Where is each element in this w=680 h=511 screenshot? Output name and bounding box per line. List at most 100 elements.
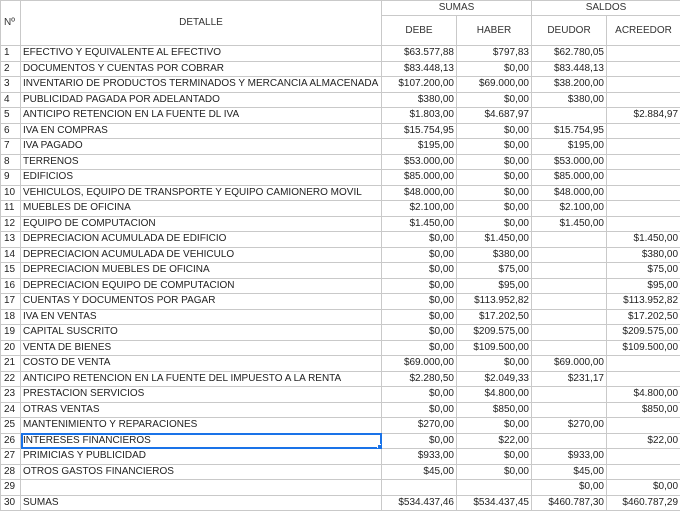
cell-detalle[interactable]: ANTICIPO RETENCION EN LA FUENTE DEL IMPU… — [21, 371, 382, 387]
cell-detalle[interactable]: IVA EN VENTAS — [21, 309, 382, 325]
cell-haber[interactable]: $22,00 — [457, 433, 532, 449]
cell-debe[interactable]: $0,00 — [382, 232, 457, 248]
cell-haber[interactable]: $0,00 — [457, 139, 532, 155]
cell-haber[interactable]: $0,00 — [457, 201, 532, 217]
cell-acreedor[interactable]: $1.450,00 — [607, 232, 680, 248]
cell-debe[interactable]: $69.000,00 — [382, 356, 457, 372]
header-haber[interactable]: HABER — [457, 16, 532, 46]
cell-deudor[interactable] — [532, 402, 607, 418]
cell-acreedor[interactable] — [607, 356, 680, 372]
cell-num[interactable]: 6 — [1, 123, 21, 139]
cell-acreedor[interactable]: $75,00 — [607, 263, 680, 279]
cell-acreedor[interactable]: $17.202,50 — [607, 309, 680, 325]
cell-detalle[interactable]: INVENTARIO DE PRODUCTOS TERMINADOS Y MER… — [21, 77, 382, 93]
header-saldos[interactable]: SALDOS — [532, 1, 680, 16]
cell-debe[interactable]: $534.437,46 — [382, 495, 457, 511]
cell-debe[interactable]: $1.450,00 — [382, 216, 457, 232]
cell-deudor[interactable]: $45,00 — [532, 464, 607, 480]
cell-acreedor[interactable]: $460.787,29 — [607, 495, 680, 511]
cell-debe[interactable]: $195,00 — [382, 139, 457, 155]
cell-num[interactable]: 22 — [1, 371, 21, 387]
cell-haber[interactable] — [457, 480, 532, 496]
cell-detalle[interactable]: VENTA DE BIENES — [21, 340, 382, 356]
cell-deudor[interactable]: $1.450,00 — [532, 216, 607, 232]
cell-haber[interactable]: $0,00 — [457, 92, 532, 108]
cell-detalle[interactable]: DEPRECIACION EQUIPO DE COMPUTACION — [21, 278, 382, 294]
cell-deudor[interactable]: $83.448,13 — [532, 61, 607, 77]
cell-num[interactable]: 27 — [1, 449, 21, 465]
cell-num[interactable]: 9 — [1, 170, 21, 186]
cell-num[interactable]: 12 — [1, 216, 21, 232]
cell-debe[interactable]: $83.448,13 — [382, 61, 457, 77]
selected-cell[interactable]: INTERESES FINANCIEROS — [21, 433, 382, 449]
cell-haber[interactable]: $0,00 — [457, 185, 532, 201]
cell-detalle[interactable]: PRIMICIAS Y PUBLICIDAD — [21, 449, 382, 465]
cell-haber[interactable]: $0,00 — [457, 170, 532, 186]
cell-deudor[interactable]: $53.000,00 — [532, 154, 607, 170]
cell-deudor[interactable]: $270,00 — [532, 418, 607, 434]
cell-deudor[interactable]: $48.000,00 — [532, 185, 607, 201]
header-num[interactable]: Nº — [1, 1, 21, 46]
cell-detalle[interactable]: CUENTAS Y DOCUMENTOS POR PAGAR — [21, 294, 382, 310]
cell-num[interactable]: 17 — [1, 294, 21, 310]
cell-num[interactable]: 28 — [1, 464, 21, 480]
cell-haber[interactable]: $69.000,00 — [457, 77, 532, 93]
cell-num[interactable]: 16 — [1, 278, 21, 294]
cell-acreedor[interactable]: $113.952,82 — [607, 294, 680, 310]
cell-acreedor[interactable]: $0,00 — [607, 480, 680, 496]
cell-num[interactable]: 4 — [1, 92, 21, 108]
cell-acreedor[interactable]: $850,00 — [607, 402, 680, 418]
cell-num[interactable]: 21 — [1, 356, 21, 372]
cell-num[interactable]: 19 — [1, 325, 21, 341]
cell-debe[interactable]: $0,00 — [382, 278, 457, 294]
header-debe[interactable]: DEBE — [382, 16, 457, 46]
cell-haber[interactable]: $75,00 — [457, 263, 532, 279]
cell-acreedor[interactable]: $4.800,00 — [607, 387, 680, 403]
cell-debe[interactable]: $933,00 — [382, 449, 457, 465]
cell-deudor[interactable] — [532, 433, 607, 449]
cell-acreedor[interactable] — [607, 139, 680, 155]
cell-debe[interactable]: $1.803,00 — [382, 108, 457, 124]
cell-deudor[interactable]: $2.100,00 — [532, 201, 607, 217]
cell-detalle[interactable]: VEHICULOS, EQUIPO DE TRANSPORTE Y EQUIPO… — [21, 185, 382, 201]
cell-detalle[interactable]: SUMAS — [21, 495, 382, 511]
header-acreedor[interactable]: ACREEDOR — [607, 16, 680, 46]
cell-detalle[interactable]: PUBLICIDAD PAGADA POR ADELANTADO — [21, 92, 382, 108]
cell-deudor[interactable]: $69.000,00 — [532, 356, 607, 372]
cell-detalle[interactable]: DOCUMENTOS Y CUENTAS POR COBRAR — [21, 61, 382, 77]
cell-deudor[interactable] — [532, 325, 607, 341]
cell-deudor[interactable] — [532, 232, 607, 248]
cell-acreedor[interactable]: $380,00 — [607, 247, 680, 263]
cell-debe[interactable]: $0,00 — [382, 294, 457, 310]
header-sumas[interactable]: SUMAS — [382, 1, 532, 16]
cell-acreedor[interactable] — [607, 371, 680, 387]
cell-acreedor[interactable] — [607, 154, 680, 170]
cell-debe[interactable]: $53.000,00 — [382, 154, 457, 170]
cell-detalle[interactable]: OTROS GASTOS FINANCIEROS — [21, 464, 382, 480]
cell-haber[interactable]: $209.575,00 — [457, 325, 532, 341]
header-deudor[interactable]: DEUDOR — [532, 16, 607, 46]
cell-acreedor[interactable] — [607, 123, 680, 139]
cell-debe[interactable]: $85.000,00 — [382, 170, 457, 186]
cell-num[interactable]: 14 — [1, 247, 21, 263]
cell-deudor[interactable] — [532, 108, 607, 124]
cell-debe[interactable]: $45,00 — [382, 464, 457, 480]
cell-deudor[interactable]: $0,00 — [532, 480, 607, 496]
cell-debe[interactable]: $2.100,00 — [382, 201, 457, 217]
cell-acreedor[interactable] — [607, 77, 680, 93]
cell-deudor[interactable]: $85.000,00 — [532, 170, 607, 186]
cell-acreedor[interactable] — [607, 216, 680, 232]
cell-detalle[interactable]: CAPITAL SUSCRITO — [21, 325, 382, 341]
cell-detalle[interactable]: IVA PAGADO — [21, 139, 382, 155]
cell-debe[interactable]: $0,00 — [382, 387, 457, 403]
cell-num[interactable]: 30 — [1, 495, 21, 511]
cell-acreedor[interactable] — [607, 418, 680, 434]
cell-debe[interactable]: $0,00 — [382, 309, 457, 325]
cell-debe[interactable]: $0,00 — [382, 325, 457, 341]
cell-num[interactable]: 7 — [1, 139, 21, 155]
cell-num[interactable]: 18 — [1, 309, 21, 325]
cell-acreedor[interactable]: $109.500,00 — [607, 340, 680, 356]
cell-detalle[interactable]: EDIFICIOS — [21, 170, 382, 186]
cell-num[interactable]: 26 — [1, 433, 21, 449]
cell-acreedor[interactable] — [607, 464, 680, 480]
